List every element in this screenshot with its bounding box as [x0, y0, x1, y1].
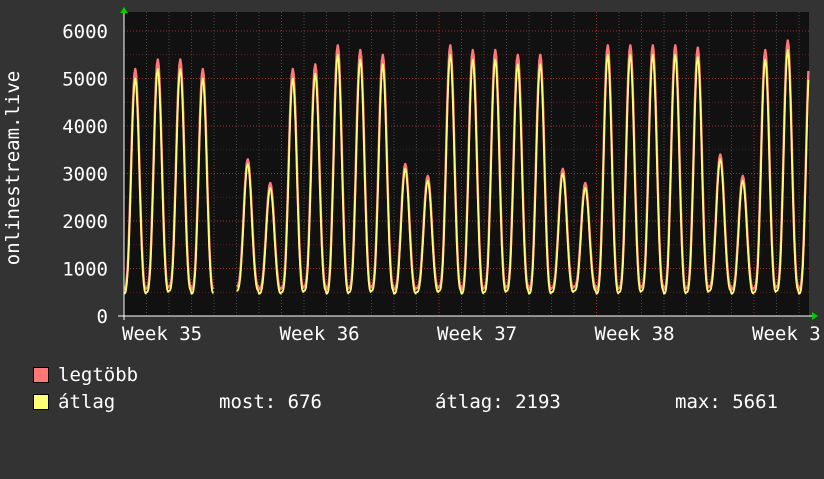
- x-axis-ticks: Week 35 Week 36 Week 37 Week 38 Week 3: [122, 323, 821, 345]
- x-tick-label: Week 3: [752, 323, 821, 345]
- stat-average: átlag: 2193: [435, 391, 561, 413]
- stat-now: most: 676: [219, 391, 322, 413]
- x-tick-label: Week 35: [122, 323, 202, 345]
- legend-swatch-avg: [33, 394, 49, 410]
- y-axis-arrow-icon: [120, 7, 128, 13]
- traffic-chart: 0 1000 2000 3000 4000 5000 6000 Week 35 Week 36…: [2, 7, 821, 345]
- legend-swatch-max: [33, 367, 49, 383]
- legend-item-max: legtöbb: [33, 364, 138, 388]
- y-tick-label: 3000: [62, 164, 108, 186]
- x-axis-arrow-icon: [812, 312, 818, 320]
- y-tick-label: 6000: [62, 21, 108, 43]
- stat-max: max: 5661: [675, 391, 778, 413]
- y-tick-label: 2000: [62, 211, 108, 233]
- y-axis-label: onlinestream.live: [2, 71, 24, 265]
- y-axis-ticks: 0 1000 2000 3000 4000 5000 6000: [62, 21, 108, 328]
- y-tick-label: 0: [97, 306, 108, 328]
- y-tick-label: 1000: [62, 259, 108, 281]
- x-tick-label: Week 38: [595, 323, 675, 345]
- legend-item-avg: átlag: [33, 391, 115, 415]
- x-tick-label: Week 36: [280, 323, 360, 345]
- legend-label-avg: átlag: [58, 391, 116, 413]
- x-tick-label: Week 37: [437, 323, 517, 345]
- legend-label-max: legtöbb: [58, 364, 139, 386]
- y-tick-label: 4000: [62, 116, 108, 138]
- y-tick-label: 5000: [62, 69, 108, 91]
